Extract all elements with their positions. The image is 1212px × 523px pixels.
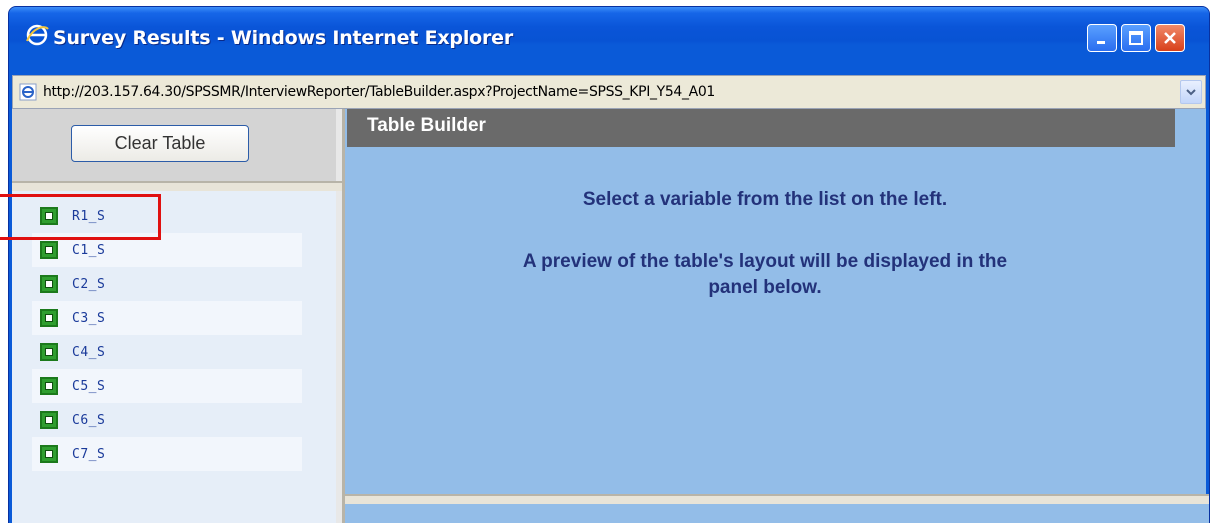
variable-list: R1_S C1_S C2_S C3_S C4_S C5_S C6_S C7_S (12, 191, 342, 523)
variable-item[interactable]: C3_S (32, 301, 302, 335)
variable-label: C5_S (72, 378, 106, 394)
table-builder-panel: Table Builder Select a variable from the… (342, 109, 1209, 523)
variable-item[interactable]: C7_S (32, 437, 302, 471)
close-icon (1164, 32, 1176, 44)
instruction-text: Select a variable from the list on the l… (582, 189, 948, 210)
maximize-icon (1129, 31, 1143, 45)
minimize-icon (1097, 41, 1105, 44)
variable-label: C2_S (72, 276, 106, 292)
table-builder-header: Table Builder (347, 109, 1175, 147)
window-title: Survey Results - Windows Internet Explor… (53, 27, 514, 49)
url-text[interactable]: http://203.157.64.30/SPSSMR/InterviewRep… (43, 84, 715, 100)
address-dropdown-button[interactable] (1180, 80, 1202, 104)
variable-item[interactable]: C4_S (32, 335, 302, 369)
variable-label: C7_S (72, 446, 106, 462)
variable-label: C3_S (72, 310, 106, 326)
maximize-button[interactable] (1121, 24, 1151, 52)
minimize-button[interactable] (1087, 24, 1117, 52)
variable-icon (40, 343, 58, 361)
variable-icon (40, 411, 58, 429)
clear-table-button[interactable]: Clear Table (71, 125, 249, 162)
variable-icon (40, 377, 58, 395)
page-icon (19, 83, 37, 101)
preview-splitter[interactable] (345, 494, 1209, 504)
page-content: Clear Table R1_S C1_S C2_S C3_S C4_S C5_… (12, 109, 1209, 523)
preview-panel (345, 504, 1209, 523)
toolbar-area: Clear Table (12, 109, 342, 181)
variable-item[interactable]: C6_S (32, 403, 302, 437)
close-button[interactable] (1155, 24, 1185, 52)
variable-icon (40, 445, 58, 463)
variable-label: C6_S (72, 412, 106, 428)
variable-item[interactable]: C2_S (32, 267, 302, 301)
variable-icon (40, 275, 58, 293)
chevron-down-icon (1186, 89, 1196, 96)
address-bar[interactable]: http://203.157.64.30/SPSSMR/InterviewRep… (12, 75, 1206, 109)
variable-label: C4_S (72, 344, 106, 360)
title-bar[interactable]: Survey Results - Windows Internet Explor… (9, 7, 1209, 75)
variable-panel: Clear Table R1_S C1_S C2_S C3_S C4_S C5_… (12, 109, 342, 523)
ie-icon (26, 24, 49, 46)
panel-splitter[interactable] (12, 181, 342, 191)
variable-icon (40, 241, 58, 259)
variable-item[interactable]: C5_S (32, 369, 302, 403)
preview-info-text-cont: panel below. (708, 277, 822, 298)
preview-info-text: A preview of the table's layout will be … (522, 251, 1008, 272)
browser-window: Survey Results - Windows Internet Explor… (8, 6, 1210, 523)
variable-icon (40, 309, 58, 327)
annotation-highlight-box (0, 194, 161, 240)
variable-label: C1_S (72, 242, 106, 258)
